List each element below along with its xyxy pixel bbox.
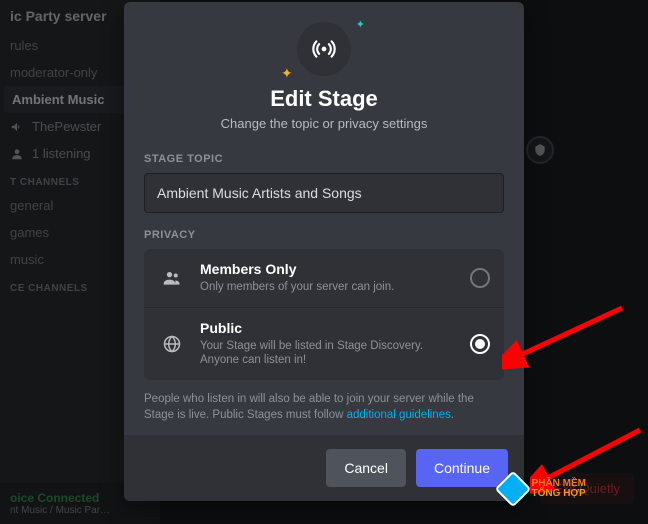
guidelines-link[interactable]: additional guidelines: [347, 409, 451, 421]
globe-icon: [162, 334, 182, 354]
privacy-option-public[interactable]: Public Your Stage will be listed in Stag…: [144, 307, 504, 381]
sparkle-icon: ✦: [356, 18, 365, 31]
stage-topic-label: STAGE TOPIC: [144, 153, 504, 165]
option-desc: Your Stage will be listed in Stage Disco…: [200, 339, 456, 369]
stage-hero-icon: ✦ ✦: [297, 22, 351, 76]
modal-body: ✦ ✦ Edit Stage Change the topic or priva…: [124, 2, 524, 435]
privacy-option-members-only[interactable]: Members Only Only members of your server…: [144, 249, 504, 307]
cancel-button[interactable]: Cancel: [326, 449, 406, 487]
sparkle-icon: ✦: [281, 65, 293, 82]
radio-unselected[interactable]: [470, 268, 490, 288]
modal-title: Edit Stage: [270, 86, 378, 112]
radio-selected[interactable]: [470, 334, 490, 354]
people-icon: [162, 268, 182, 288]
stage-topic-input[interactable]: [144, 173, 504, 213]
edit-stage-modal: ✦ ✦ Edit Stage Change the topic or priva…: [124, 2, 524, 501]
modal-footer: Cancel Continue: [124, 435, 524, 501]
option-desc: Only members of your server can join.: [200, 280, 456, 295]
privacy-card: Members Only Only members of your server…: [144, 249, 504, 380]
privacy-label: PRIVACY: [144, 229, 504, 241]
broadcast-icon: [311, 36, 337, 62]
modal-hero: ✦ ✦ Edit Stage Change the topic or priva…: [144, 22, 504, 143]
privacy-note: People who listen in will also be able t…: [144, 392, 504, 423]
option-title: Public: [200, 320, 456, 337]
modal-backdrop[interactable]: ✦ ✦ Edit Stage Change the topic or priva…: [0, 0, 648, 524]
continue-button[interactable]: Continue: [416, 449, 508, 487]
option-title: Members Only: [200, 261, 456, 278]
modal-subtitle: Change the topic or privacy settings: [221, 116, 428, 131]
